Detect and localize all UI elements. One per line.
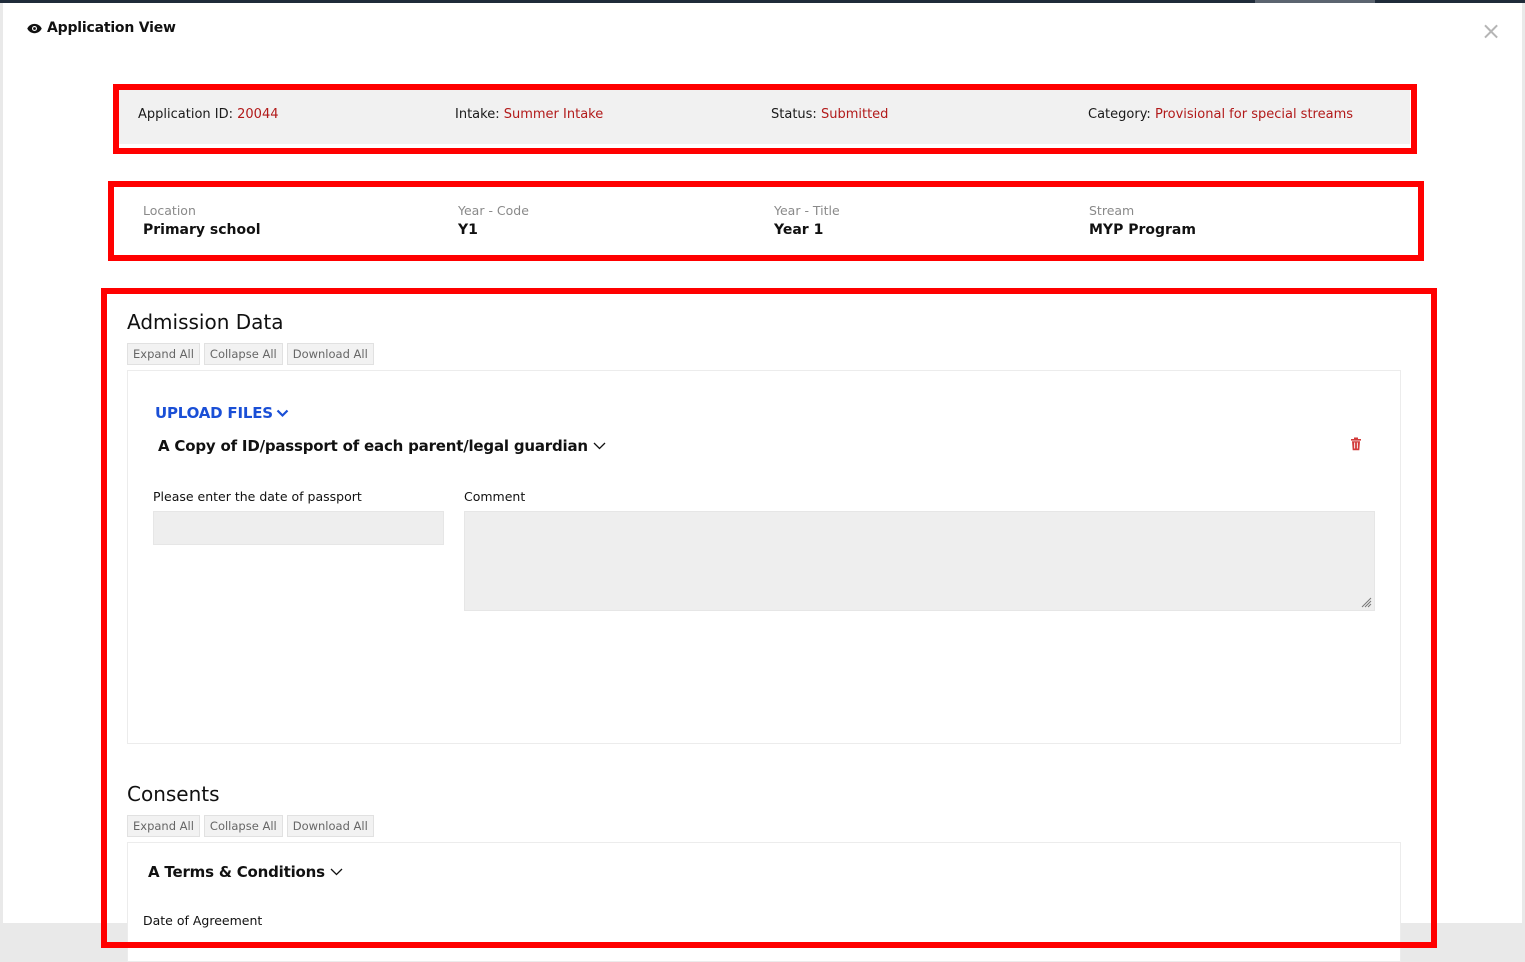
modal-title-text: Application View — [47, 20, 176, 36]
highlight-box-summary — [113, 84, 1417, 154]
modal-title: Application View — [27, 20, 176, 36]
highlight-box-admission — [101, 288, 1437, 948]
close-icon[interactable]: × — [1481, 19, 1501, 43]
highlight-box-program — [108, 181, 1424, 261]
eye-icon — [27, 23, 42, 33]
